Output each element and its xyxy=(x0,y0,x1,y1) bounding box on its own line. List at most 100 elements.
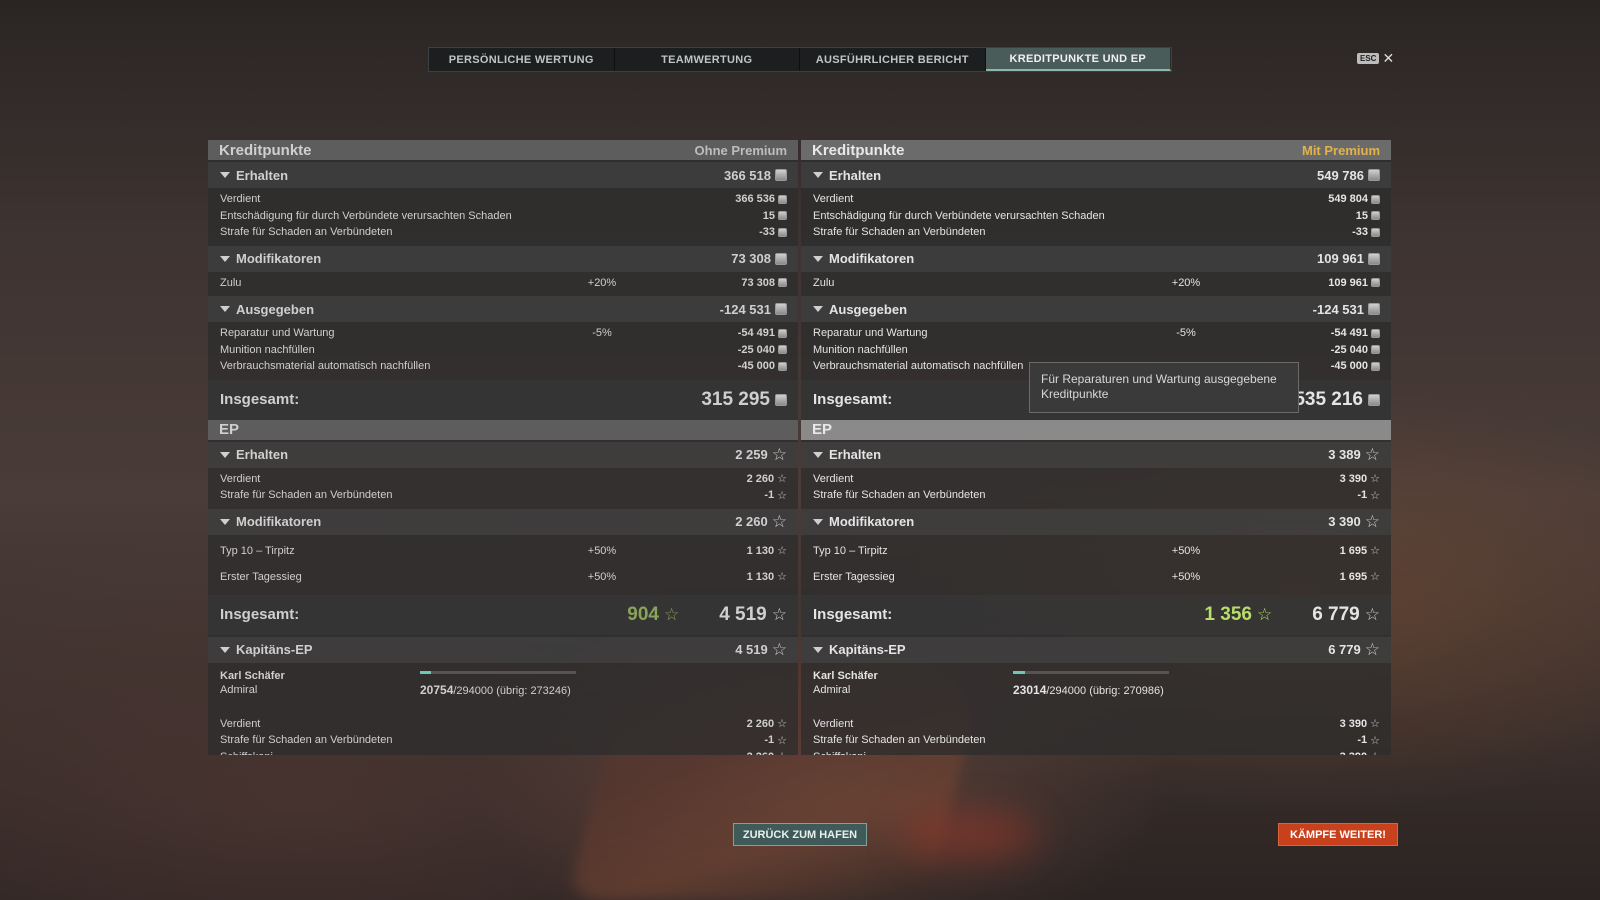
collapse-triangle-icon[interactable] xyxy=(813,451,823,458)
row-value: 15 xyxy=(1356,210,1380,222)
credits-icon xyxy=(1368,393,1380,406)
row-value-text: -45 000 xyxy=(737,360,775,373)
credits-total: Insgesamt: 315 295 xyxy=(208,379,798,420)
detail-row: Verdient 2 260 ☆ xyxy=(208,471,798,488)
group-header-captain-xp[interactable]: Kapitäns-EP 6 779 ☆ xyxy=(801,636,1391,663)
group-header-ep-modifiers[interactable]: Modifikatoren 2 260 ☆ xyxy=(208,508,798,535)
row-value-text: 15 xyxy=(1355,209,1368,222)
row-value: -25 040 xyxy=(738,344,787,356)
ep-total: Insgesamt: 1 356 ☆ 6 779 ☆ xyxy=(801,594,1391,635)
detail-rows: Verdient 2 260 ☆ Strafe für Schaden an Verb… xyxy=(208,713,798,755)
progress-max: /294000 xyxy=(1046,684,1087,697)
row-name: Verdient xyxy=(220,193,261,206)
group-header-spent[interactable]: Ausgegeben -124 531 xyxy=(801,296,1391,322)
collapse-triangle-icon[interactable] xyxy=(813,255,823,262)
row-name: Zulu xyxy=(220,276,242,289)
group-title: Erhalten xyxy=(829,167,882,183)
progress-bar xyxy=(420,670,576,674)
detail-row: Strafe für Schaden an Verbündeten -1 ☆ xyxy=(801,732,1391,749)
tab-detailed-report[interactable]: AUSFÜHRLICHER BERICHT xyxy=(800,48,986,71)
xp-star-icon: ☆ xyxy=(1370,750,1380,755)
row-value: 1 695 ☆ xyxy=(1340,570,1380,584)
battle-again-button[interactable]: KÄMPFE WEITER! xyxy=(1278,823,1398,846)
row-value-text: 73 308 xyxy=(741,276,775,289)
detail-rows: Verdient 3 390 ☆ Strafe für Schaden an Verb… xyxy=(801,713,1391,755)
row-name: Schiffskapi xyxy=(813,751,1340,755)
group-header-captain-xp[interactable]: Kapitäns-EP 4 519 ☆ xyxy=(208,636,798,663)
group-value-text: 366 518 xyxy=(724,167,771,183)
row-name: Erster Tagessieg xyxy=(813,570,895,583)
xp-star-icon: ☆ xyxy=(777,473,787,486)
row-name: Verdient xyxy=(220,717,261,730)
collapse-triangle-icon[interactable] xyxy=(220,172,230,178)
row-value-text: 3 390 xyxy=(1340,751,1368,755)
group-title: Modifikatoren xyxy=(829,514,915,529)
collapse-triangle-icon[interactable] xyxy=(813,306,823,312)
group-title: Modifikatoren xyxy=(236,251,322,266)
collapse-triangle-icon[interactable] xyxy=(813,172,823,178)
group-header-earned[interactable]: Erhalten 549 786 xyxy=(801,162,1391,188)
collapse-triangle-icon[interactable] xyxy=(813,518,823,525)
captain-rank: Admiral xyxy=(220,683,258,696)
row-value-text: 1 130 xyxy=(746,570,775,583)
group-header-ep-modifiers[interactable]: Modifikatoren 3 390 ☆ xyxy=(801,508,1391,535)
group-header-ep-earned[interactable]: Erhalten 2 259 ☆ xyxy=(208,441,798,468)
row-name: Entschädigung für durch Verbündete verur… xyxy=(220,209,512,222)
row-percent: +20% xyxy=(1171,276,1201,289)
group-value: 3 389 ☆ xyxy=(1328,445,1380,465)
section-header-credits: Kreditpunkte Ohne Premium xyxy=(208,140,798,160)
detail-row: Reparatur und Wartung -5% -54 491 xyxy=(801,325,1391,342)
total-value-text: 315 295 xyxy=(701,388,770,410)
tab-credits-and-xp[interactable]: KREDITPUNKTE UND EP xyxy=(985,48,1171,71)
row-value: 549 804 xyxy=(1328,193,1380,205)
detail-row: Verdient 549 804 xyxy=(801,191,1391,208)
collapse-triangle-icon[interactable] xyxy=(813,646,823,653)
free-xp-value: 1 356 ☆ xyxy=(1204,604,1272,626)
group-header-ep-earned[interactable]: Erhalten 3 389 ☆ xyxy=(801,441,1391,468)
close-icon[interactable]: ✕ xyxy=(1382,51,1394,65)
captain-name-block: Karl Schäfer Admiral xyxy=(813,669,878,709)
group-title: Kapitäns-EP xyxy=(236,642,313,657)
tab-personal-rating[interactable]: PERSÖNLICHE WERTUNG xyxy=(429,48,615,71)
detail-rows: Zulu +20% 73 308 xyxy=(208,272,798,295)
collapse-triangle-icon[interactable] xyxy=(220,646,230,653)
tab-team-rating[interactable]: TEAMWERTUNG xyxy=(615,48,800,71)
group-header-earned[interactable]: Erhalten 366 518 xyxy=(208,162,798,188)
group-value: 109 961 xyxy=(1317,251,1380,266)
back-to-port-button[interactable]: ZURÜCK ZUM HAFEN xyxy=(733,823,867,846)
group-title: Kapitäns-EP xyxy=(829,642,906,657)
panel-with-premium: Kreditpunkte Mit Premium Erhalten 549 786 Ve… xyxy=(801,140,1391,755)
group-value: 366 518 xyxy=(724,168,787,183)
credits-icon xyxy=(1368,169,1380,181)
collapse-triangle-icon[interactable] xyxy=(220,451,230,458)
group-value-text: 109 961 xyxy=(1317,251,1364,266)
row-value-text: 1 695 xyxy=(1339,544,1368,557)
collapse-triangle-icon[interactable] xyxy=(220,255,230,262)
close-button[interactable]: ESC ✕ xyxy=(1357,51,1394,65)
group-label: Ausgegeben xyxy=(813,302,907,317)
xp-star-icon: ☆ xyxy=(1364,639,1380,659)
xp-star-icon: ☆ xyxy=(1256,604,1273,624)
row-value-text: -1 xyxy=(1357,489,1368,502)
group-header-modifiers[interactable]: Modifikatoren 109 961 xyxy=(801,245,1391,272)
total-value-text: 535 216 xyxy=(1294,388,1363,410)
group-header-modifiers[interactable]: Modifikatoren 73 308 xyxy=(208,245,798,272)
progress-fill xyxy=(1013,670,1026,674)
xp-star-icon: ☆ xyxy=(1370,718,1380,731)
detail-row: Zulu +20% 73 308 xyxy=(208,275,798,292)
detail-row: Verdient 3 390 ☆ xyxy=(801,716,1391,733)
captain-rank: Admiral xyxy=(813,683,851,696)
credits-icon xyxy=(1368,252,1380,265)
row-value-text: 3 390 xyxy=(1339,717,1368,730)
row-name: Schiffskapi xyxy=(220,751,747,755)
group-header-spent[interactable]: Ausgegeben -124 531 xyxy=(208,296,798,322)
detail-rows: Typ 10 – Tirpitz +50% 1 695 ☆ Erster Tagessi… xyxy=(801,535,1391,593)
group-label: Ausgegeben xyxy=(220,302,314,317)
group-value-text: 6 779 xyxy=(1328,642,1361,657)
row-percent: +20% xyxy=(587,276,617,289)
collapse-triangle-icon[interactable] xyxy=(220,518,230,525)
credits-icon xyxy=(1371,345,1380,355)
total-label: Insgesamt: xyxy=(813,391,893,408)
collapse-triangle-icon[interactable] xyxy=(220,306,230,312)
row-value: 2 260☆ xyxy=(747,750,787,755)
